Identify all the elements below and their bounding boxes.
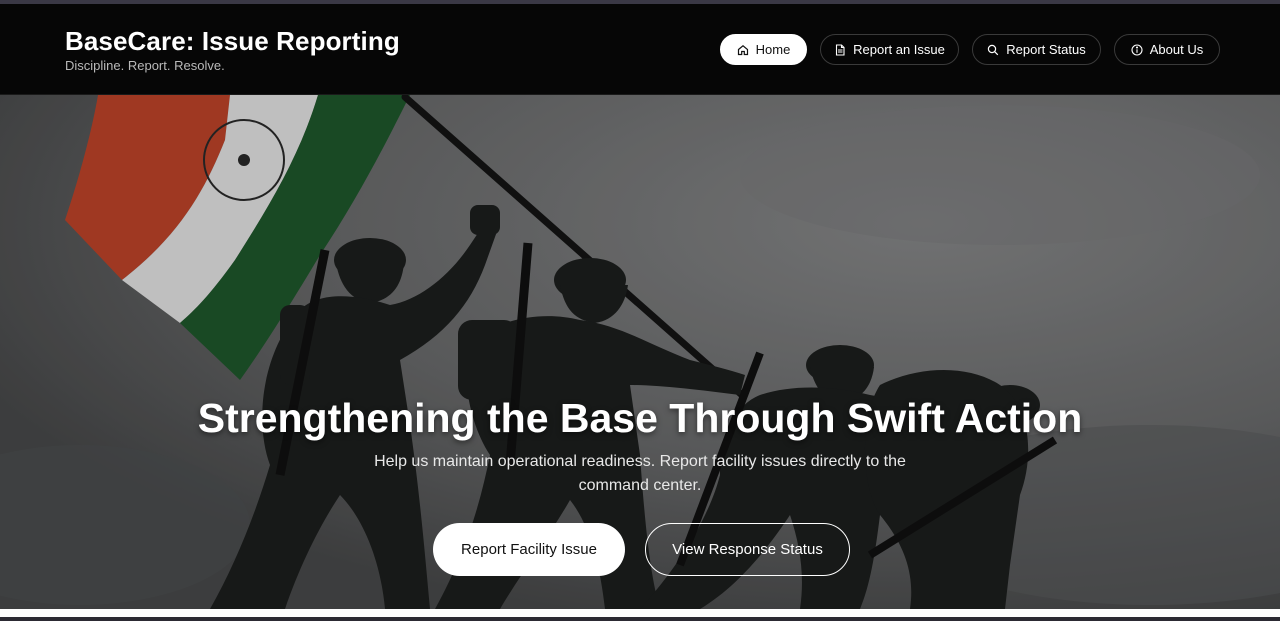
report-facility-issue-button[interactable]: Report Facility Issue [433, 523, 625, 576]
hero-subtitle: Help us maintain operational readiness. … [374, 453, 906, 494]
section-divider [0, 609, 1280, 617]
hero-section: Strengthening the Base Through Swift Act… [0, 95, 1280, 609]
home-icon [737, 44, 748, 55]
window-bottom-strip [0, 617, 1280, 621]
brand-tagline: Discipline. Report. Resolve. [65, 58, 225, 73]
brand-title: BaseCare: Issue Reporting [65, 26, 400, 56]
nav-about-label: About Us [1149, 42, 1204, 57]
nav-report-issue-button[interactable]: Report an Issue [820, 34, 959, 65]
document-icon [836, 43, 845, 56]
hero-dark-overlay [0, 95, 1280, 609]
hero-title: Strengthening the Base Through Swift Act… [197, 395, 1083, 441]
nav-home-button[interactable]: Home [720, 34, 807, 65]
nav-about-button[interactable]: About Us [1114, 34, 1220, 65]
nav-home-label: Home [755, 42, 791, 57]
info-icon [1131, 43, 1143, 56]
nav-report-status-label: Report Status [1006, 42, 1086, 57]
view-response-status-button[interactable]: View Response Status [645, 523, 850, 576]
brand[interactable]: BaseCare: Issue Reporting Discipline. Re… [65, 26, 400, 74]
search-icon [988, 44, 999, 55]
nav-report-issue-label: Report an Issue [853, 42, 945, 57]
navbar: BaseCare: Issue Reporting Discipline. Re… [0, 4, 1280, 95]
nav-report-status-button[interactable]: Report Status [972, 34, 1101, 65]
